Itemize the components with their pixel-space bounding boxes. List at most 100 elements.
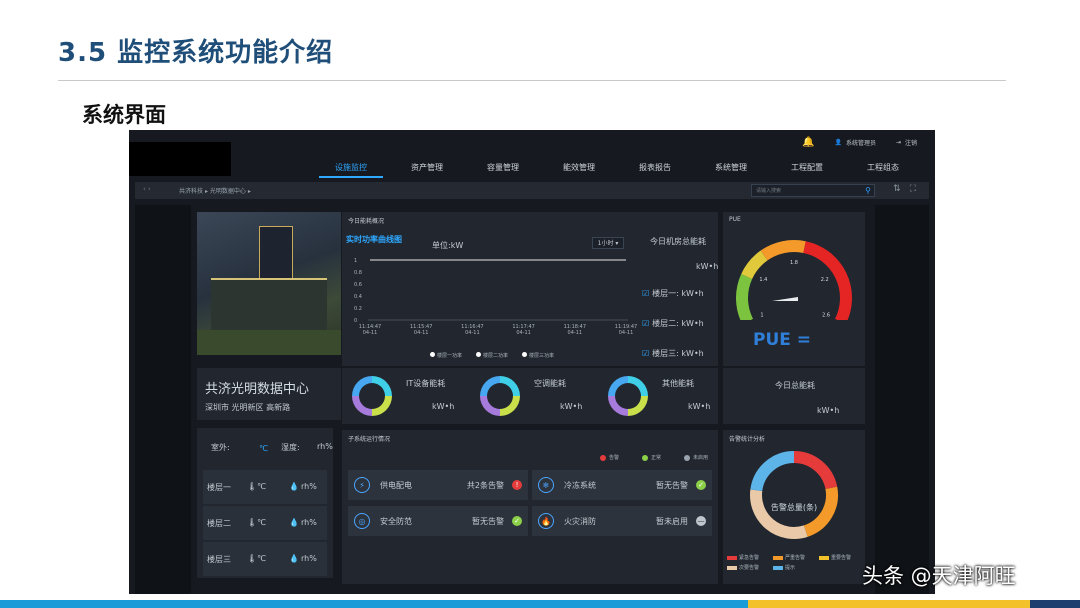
subsystem-icon: ❄ xyxy=(538,477,554,493)
alarm-legend-item: 严重告警 xyxy=(773,554,805,561)
alarm-legend-item: 紧急告警 xyxy=(727,554,759,561)
status-legend-item: 告警 xyxy=(600,454,619,461)
status-legend-item: 正常 xyxy=(642,454,661,461)
fullscreen-icon[interactable]: ⛶ xyxy=(910,184,925,194)
floor-env-row: 楼层三 🌡 ℃ 💧 rh% xyxy=(203,542,327,576)
floor-name: 楼层三 xyxy=(207,555,231,564)
site-name: 共济光明数据中心 xyxy=(205,382,310,397)
alarm-legend-label: 严重告警 xyxy=(785,555,806,561)
checkbox-icon[interactable]: ☑ xyxy=(642,319,649,328)
building-base xyxy=(211,278,327,334)
energy-category-name: 空调能耗 xyxy=(534,379,566,388)
status-legend-item: 未启用 xyxy=(684,454,708,461)
daily-energy-panel: 今日总能耗 kW•h xyxy=(723,368,865,424)
alarm-total-label: 告警总量(条) xyxy=(770,503,818,512)
power-line-chart: 0 0.2 0.4 0.6 0.8 1 11:14:47 04-11 11:15:47 04-11… xyxy=(354,258,637,336)
nav-item[interactable]: 资产管理 xyxy=(395,160,459,178)
chart-title: 实时功率曲线图 xyxy=(346,235,402,244)
legend-swatch xyxy=(773,565,783,570)
pue-gauge: 1 1.4 1.8 2.2 2.6 xyxy=(736,240,852,320)
humidity-unit: rh% xyxy=(317,442,333,451)
checkbox-icon[interactable]: ☑ xyxy=(642,289,649,298)
alarm-legend-label: 重要告警 xyxy=(831,555,852,561)
nav-item[interactable]: 设施监控 xyxy=(319,160,383,178)
subsystem-tile[interactable]: ⚡ 供电配电 共2条告警! xyxy=(348,470,528,500)
legend-swatch xyxy=(773,555,783,560)
subsystem-tile[interactable]: ◎ 安全防范 暂无告警 ✓ xyxy=(348,506,528,536)
subsystem-icon: ⚡ xyxy=(354,477,370,493)
nav-item[interactable]: 能效管理 xyxy=(547,160,611,178)
slide-subtitle: 系统界面 xyxy=(82,103,166,127)
topbar-actions: 🔔 👤 系统管理员 ⇥ 注销 xyxy=(802,137,917,148)
floor-energy-label: 楼层一: kW•h xyxy=(652,289,704,298)
subsystem-status: 暂无告警 xyxy=(656,481,688,490)
share-icon[interactable]: ⇅ xyxy=(893,184,910,194)
legend-swatch xyxy=(727,565,737,570)
legend-swatch xyxy=(727,555,737,560)
legend-swatch xyxy=(819,555,829,560)
total-energy-label: 今日机房总能耗 xyxy=(650,237,706,246)
nav-item[interactable]: 系统管理 xyxy=(699,160,763,178)
thermometer-icon: 🌡 xyxy=(247,518,258,527)
footer-bar-blue xyxy=(0,600,748,608)
logout-button[interactable]: ⇥ 注销 xyxy=(896,138,917,147)
nav-item[interactable]: 报表报告 xyxy=(623,160,687,178)
breadcrumb-item[interactable]: 光明数据中心 xyxy=(210,188,246,195)
legend-item[interactable]: 楼层一功率 xyxy=(430,352,462,359)
redacted-logo xyxy=(129,142,231,176)
subsystem-tile[interactable]: 🔥 火灾消防 暂未启用 — xyxy=(532,506,712,536)
alarm-legend-label: 次要告警 xyxy=(739,565,760,571)
history-nav-arrows[interactable]: ‹ › xyxy=(143,185,151,193)
gauge-tick-label: 1.4 xyxy=(759,277,767,283)
logout-icon: ⇥ xyxy=(895,139,901,146)
bell-icon: 🔔 xyxy=(802,137,815,148)
checkbox-icon[interactable]: ☑ xyxy=(642,349,649,358)
time-range-value: 1小时 xyxy=(597,240,614,247)
chevron-right-icon: ▸ xyxy=(204,188,208,195)
time-range-select[interactable]: 1小时 ▾ xyxy=(592,237,624,249)
x-tick-label: 11:19:47 04-11 xyxy=(615,324,637,336)
humidity-label: 湿度: xyxy=(281,443,300,452)
left-rail xyxy=(135,205,191,594)
status-dot-icon xyxy=(642,454,648,461)
subsystem-panel: 子系统运行情况 告警 正常 未启用 ⚡ 供电配电 共2条告警! ❄ 冷冻系统 暂无告警 ✓ ◎ 安全… xyxy=(342,430,718,584)
energy-category-unit: kW•h xyxy=(688,402,711,411)
status-legend-label: 正常 xyxy=(651,455,662,461)
breadcrumb-item[interactable]: 共济科技 xyxy=(179,188,203,195)
alarm-legend-item: 提示 xyxy=(773,564,795,571)
legend-item[interactable]: 楼层三功率 xyxy=(522,352,554,359)
y-tick-label: 0 xyxy=(354,318,357,324)
subsystem-icon: ◎ xyxy=(354,513,370,529)
pue-panel: PUE 1 1.4 1.8 2.2 2.6 PUE = xyxy=(723,212,865,366)
floor-energy-item: ☑ 楼层二: kW•h xyxy=(642,318,704,348)
site-address: 深圳市 光明新区 高新路 xyxy=(205,403,291,412)
user-button[interactable]: 👤 系统管理员 xyxy=(834,138,876,147)
x-tick-label: 11:14:47 04-11 xyxy=(359,324,381,336)
site-building-image xyxy=(197,212,341,355)
search-input[interactable]: 请输入搜索 ⚲ xyxy=(751,184,875,197)
floor-humidity: rh% xyxy=(301,518,317,527)
daily-energy-label: 今日总能耗 xyxy=(775,381,815,390)
droplet-icon: 💧 xyxy=(289,518,299,527)
floor-temp: ℃ xyxy=(257,482,266,491)
logout-label: 注销 xyxy=(904,140,917,147)
chart-unit: 单位:kW xyxy=(432,241,464,250)
search-icon[interactable]: ⚲ xyxy=(865,186,871,195)
subsystem-tile[interactable]: ❄ 冷冻系统 暂无告警 ✓ xyxy=(532,470,712,500)
alarm-donut-chart xyxy=(750,451,838,539)
energy-panel-title: 今日能耗概况 xyxy=(348,218,385,225)
alarm-legend-label: 紧急告警 xyxy=(739,555,760,561)
nav-item[interactable]: 容量管理 xyxy=(471,160,535,178)
legend-item[interactable]: 楼层二功率 xyxy=(476,352,508,359)
subsystem-name: 安全防范 xyxy=(380,517,412,526)
search-placeholder: 请输入搜索 xyxy=(756,188,782,194)
y-tick-label: 0.6 xyxy=(354,282,362,288)
user-icon: 👤 xyxy=(834,139,842,146)
toolbar-icons: ⇅⛶ xyxy=(893,184,925,194)
nav-item[interactable]: 工程组态 xyxy=(851,160,915,178)
nav-item[interactable]: 工程配置 xyxy=(775,160,839,178)
x-tick-label: 11:16:47 04-11 xyxy=(461,324,483,336)
gauge-needle xyxy=(772,297,798,301)
notification-button[interactable]: 🔔 xyxy=(802,137,814,148)
floor-humidity: rh% xyxy=(301,482,317,491)
